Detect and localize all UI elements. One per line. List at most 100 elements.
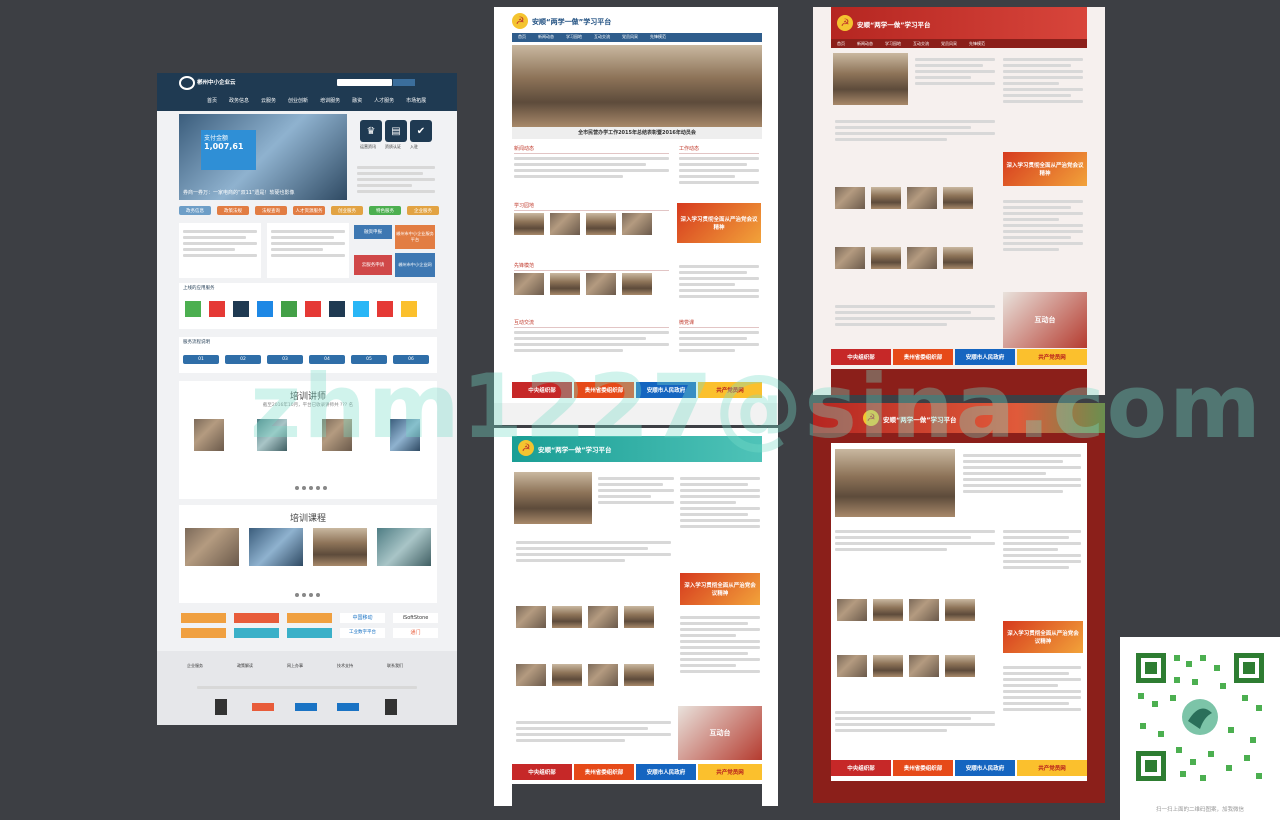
side-button[interactable]: 云服务申请 xyxy=(354,255,392,275)
partner-logo[interactable] xyxy=(287,613,332,623)
app-icon[interactable] xyxy=(209,301,225,317)
partner-logo[interactable] xyxy=(181,613,226,623)
trophy-icon[interactable]: ♛ xyxy=(360,120,382,142)
course-thumb[interactable] xyxy=(249,528,303,566)
course-thumb[interactable] xyxy=(377,528,431,566)
site-title[interactable]: 安顺“两学一做”学习平台 xyxy=(883,414,957,424)
partner-logo[interactable] xyxy=(234,613,279,623)
link-banner[interactable]: 中央组织部 xyxy=(512,382,572,398)
site-title[interactable]: 安顺“两学一做”学习平台 xyxy=(857,19,931,29)
partner-logo[interactable] xyxy=(181,628,226,638)
nav-item[interactable]: 学习园地 xyxy=(879,39,907,48)
link-banner[interactable]: 贵州省委组织部 xyxy=(574,382,634,398)
link-banner[interactable]: 贵州省委组织部 xyxy=(893,349,953,365)
qr-code-icon[interactable] xyxy=(1130,647,1270,787)
logo-icon[interactable] xyxy=(179,76,195,90)
step-pill[interactable]: 01 xyxy=(183,355,219,364)
partner-logo[interactable] xyxy=(234,628,279,638)
link-banner[interactable]: 安顺市人民政府 xyxy=(955,349,1015,365)
nav-item[interactable]: 首页 xyxy=(201,95,223,107)
hero-image[interactable] xyxy=(833,53,908,105)
hero-image[interactable] xyxy=(512,45,762,127)
avatar[interactable] xyxy=(257,419,287,451)
partner-logo[interactable]: iSoftStone xyxy=(393,613,438,623)
footer-badge[interactable] xyxy=(295,703,317,711)
course-thumb[interactable] xyxy=(185,528,239,566)
link-banner[interactable]: 安顺市人民政府 xyxy=(955,760,1015,776)
search-button[interactable] xyxy=(393,79,415,86)
site-title[interactable]: 安顺“两学一做”学习平台 xyxy=(538,444,612,454)
app-icon[interactable] xyxy=(281,301,297,317)
tab-pill[interactable]: 特色服务 xyxy=(369,206,401,215)
nav-item[interactable]: 先锋模范 xyxy=(644,31,672,43)
logo-text[interactable]: 郴州中小企业云 xyxy=(197,78,236,86)
link-banner[interactable]: 贵州省委组织部 xyxy=(574,764,634,780)
nav-item[interactable]: 新闻动态 xyxy=(851,39,879,48)
side-button[interactable]: 郴州市中小企业服务平台 xyxy=(395,225,435,249)
promo-banner[interactable]: 深入学习贯彻全面从严治党会议精神 xyxy=(677,203,761,243)
nav-item[interactable]: 创业创新 xyxy=(282,95,314,107)
nav-item[interactable]: 政务信息 xyxy=(223,95,255,107)
interact-banner[interactable]: 互动台 xyxy=(1003,292,1087,348)
footer-link[interactable]: 网上办事 xyxy=(287,663,303,669)
site-title[interactable]: 安顺“两学一做”学习平台 xyxy=(532,17,611,27)
footer-badge[interactable] xyxy=(385,699,397,715)
link-banner[interactable]: 共产党员网 xyxy=(698,764,762,780)
footer-link[interactable]: 联系我们 xyxy=(387,663,403,669)
nav-item[interactable]: 首页 xyxy=(512,31,532,43)
promo-banner[interactable]: 深入学习贯彻全面从严治党会议精神 xyxy=(1003,152,1087,186)
nav-item[interactable]: 新闻动态 xyxy=(532,31,560,43)
link-banner[interactable]: 共产党员网 xyxy=(698,382,762,398)
partner-logo[interactable] xyxy=(287,628,332,638)
link-banner[interactable]: 中央组织部 xyxy=(512,764,572,780)
promo-banner[interactable]: 深入学习贯彻全面从严治党会议精神 xyxy=(680,573,760,605)
tab-pill[interactable]: 法规查询 xyxy=(255,206,287,215)
link-banner[interactable]: 中央组织部 xyxy=(831,349,891,365)
nav-item[interactable]: 云服务 xyxy=(255,95,282,107)
search-input[interactable] xyxy=(337,79,392,86)
nav-item[interactable]: 党员风采 xyxy=(616,31,644,43)
tab-pill[interactable]: 政务信息 xyxy=(179,206,211,215)
footer-link[interactable]: 政策解读 xyxy=(237,663,253,669)
document-icon[interactable]: ▤ xyxy=(385,120,407,142)
nav-item[interactable]: 融资 xyxy=(346,95,368,107)
nav-item[interactable]: 党员风采 xyxy=(935,39,963,48)
nav-item[interactable]: 人才服务 xyxy=(368,95,400,107)
link-banner[interactable]: 贵州省委组织部 xyxy=(893,760,953,776)
footer-badge[interactable] xyxy=(252,703,274,711)
partner-logo[interactable]: 工业数字平台 xyxy=(340,628,385,638)
step-pill[interactable]: 04 xyxy=(309,355,345,364)
carousel-dots[interactable] xyxy=(295,486,327,490)
link-banner[interactable]: 共产党员网 xyxy=(1017,349,1087,365)
partner-logo[interactable]: 中国移动 xyxy=(340,613,385,623)
app-icon[interactable] xyxy=(353,301,369,317)
side-button[interactable]: 融资申报 xyxy=(354,225,392,239)
nav-item[interactable]: 先锋模范 xyxy=(963,39,991,48)
hero-image[interactable] xyxy=(835,449,955,517)
promo-banner[interactable]: 深入学习贯彻全面从严治党会议精神 xyxy=(1003,621,1083,653)
side-button[interactable]: 郴州市中小企业网 xyxy=(395,253,435,277)
step-pill[interactable]: 03 xyxy=(267,355,303,364)
app-icon[interactable] xyxy=(329,301,345,317)
footer-link[interactable]: 企业服务 xyxy=(187,663,203,669)
interact-banner[interactable]: 互动台 xyxy=(678,706,762,760)
step-pill[interactable]: 05 xyxy=(351,355,387,364)
step-pill[interactable]: 02 xyxy=(225,355,261,364)
tab-pill[interactable]: 创业服务 xyxy=(331,206,363,215)
avatar[interactable] xyxy=(322,419,352,451)
hero-image[interactable] xyxy=(514,472,592,524)
app-icon[interactable] xyxy=(257,301,273,317)
link-banner[interactable]: 共产党员网 xyxy=(1017,760,1087,776)
step-pill[interactable]: 06 xyxy=(393,355,429,364)
carousel-dots[interactable] xyxy=(295,593,320,597)
tab-pill[interactable]: 人才资源服务 xyxy=(293,206,325,215)
check-icon[interactable]: ✔ xyxy=(410,120,432,142)
avatar[interactable] xyxy=(390,419,420,451)
hero-image[interactable]: 支付金额 1,007,61 券商一券万：一家电商的“双11”遗是！软硬也影像 xyxy=(179,114,347,200)
avatar[interactable] xyxy=(194,419,224,451)
tab-pill[interactable]: 政策法规 xyxy=(217,206,249,215)
nav-item[interactable]: 互动交流 xyxy=(907,39,935,48)
footer-badge[interactable] xyxy=(215,699,227,715)
footer-link[interactable]: 技术支持 xyxy=(337,663,353,669)
hero-caption[interactable]: 全市民营办学工作2015年总结表彰暨2016年动员会 xyxy=(512,127,762,139)
